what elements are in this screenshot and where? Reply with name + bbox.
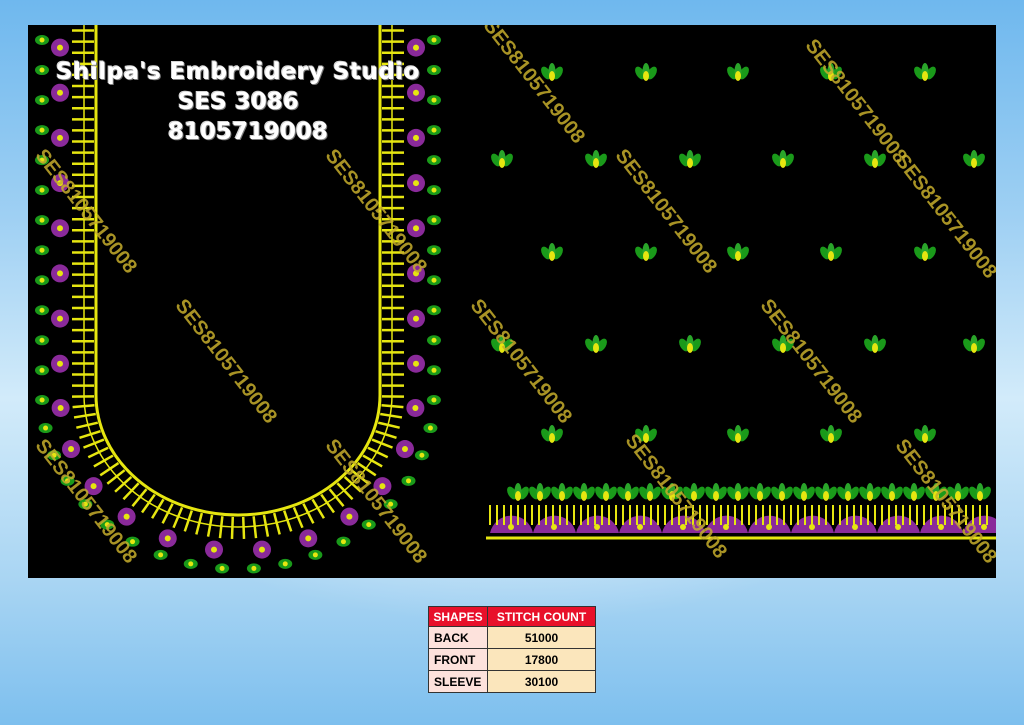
butta-motif	[727, 483, 749, 501]
butta-motif	[585, 150, 607, 168]
stitch-count-table: SHAPES STITCH COUNT BACK 51000 FRONT 178…	[428, 606, 596, 693]
shape-cell: FRONT	[428, 648, 488, 671]
butta-motif	[507, 483, 529, 501]
butta-motif	[793, 483, 815, 501]
table-row: BACK 51000	[428, 626, 596, 649]
butta-motif	[914, 243, 936, 261]
butta-motif	[585, 335, 607, 353]
butta-motif	[859, 483, 881, 501]
butta-motif	[963, 335, 985, 353]
studio-name: Shilpa's Embroidery Studio	[56, 59, 421, 85]
butta-motif	[815, 483, 837, 501]
butta-motif	[679, 150, 701, 168]
butta-motif	[617, 483, 639, 501]
stitch-count-cell: 17800	[487, 648, 596, 671]
butta-motif	[963, 150, 985, 168]
butta-motif	[491, 150, 513, 168]
butta-motif	[727, 425, 749, 443]
butta-motif	[881, 483, 903, 501]
butta-motif	[837, 483, 859, 501]
stitch-count-cell: 30100	[487, 670, 596, 693]
table-row: SLEEVE 30100	[428, 670, 596, 693]
butta-motif	[679, 335, 701, 353]
butta-motif	[635, 243, 657, 261]
stitch-count-cell: 51000	[487, 626, 596, 649]
phone-number: 8105719008	[168, 119, 329, 145]
butta-motif	[635, 63, 657, 81]
butta-motif	[705, 483, 727, 501]
butta-motif	[914, 425, 936, 443]
column-header-shapes: SHAPES	[428, 606, 488, 627]
butta-motif	[573, 483, 595, 501]
butta-motif	[969, 483, 991, 501]
butta-motif	[771, 483, 793, 501]
shape-cell: SLEEVE	[428, 670, 488, 693]
shape-cell: BACK	[428, 626, 488, 649]
butta-motif	[914, 63, 936, 81]
column-header-stitch-count: STITCH COUNT	[487, 606, 596, 627]
butta-motif	[820, 425, 842, 443]
butta-motif	[551, 483, 573, 501]
sleeve-border	[486, 483, 996, 540]
butta-motif	[595, 483, 617, 501]
embroidery-design-canvas: SES8105719008 SES8105719008 SES810571900…	[28, 25, 996, 578]
butta-motif	[727, 243, 749, 261]
table-row: FRONT 17800	[428, 648, 596, 671]
butta-motif	[541, 425, 563, 443]
table-header-row: SHAPES STITCH COUNT	[428, 606, 596, 627]
butta-motif	[820, 243, 842, 261]
butta-motif	[864, 335, 886, 353]
butta-motif	[772, 150, 794, 168]
butta-motif	[727, 63, 749, 81]
design-code: SES 3086	[178, 89, 299, 115]
butta-motif	[529, 483, 551, 501]
butta-motif	[749, 483, 771, 501]
butta-motif	[541, 243, 563, 261]
